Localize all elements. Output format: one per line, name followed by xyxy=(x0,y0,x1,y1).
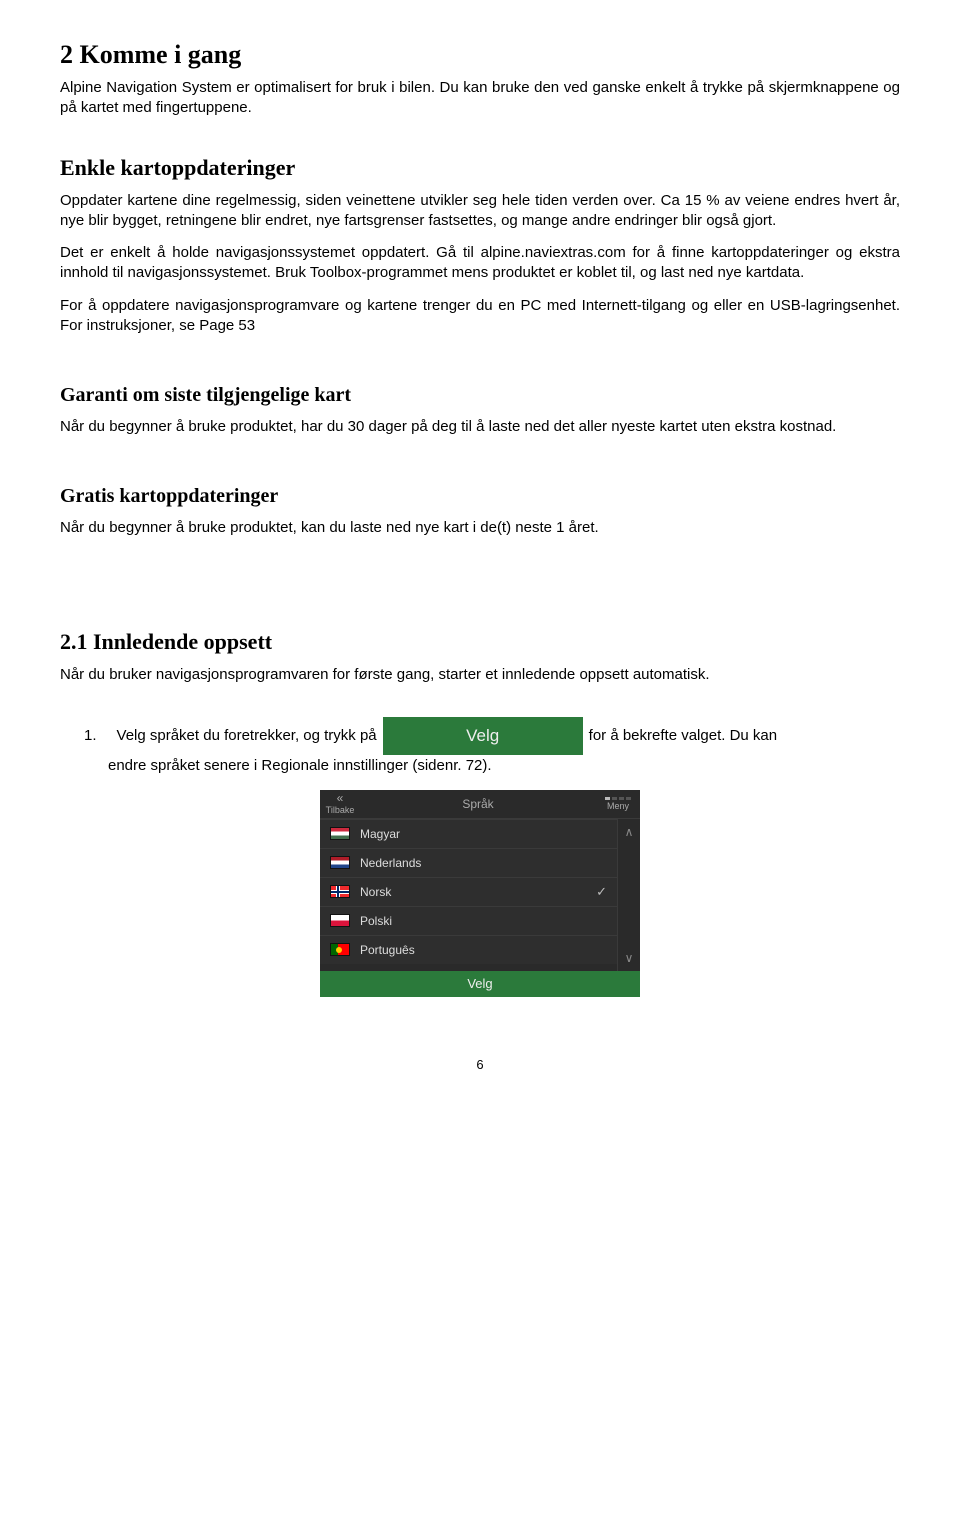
flag-norway-icon xyxy=(330,885,350,898)
language-label: Norsk xyxy=(360,885,586,899)
section-heading-innledende: 2.1 Innledende oppsett xyxy=(60,629,900,655)
page-number: 6 xyxy=(60,1057,900,1072)
body-text: Det er enkelt å holde navigasjonssysteme… xyxy=(60,243,900,284)
intro-paragraph: Alpine Navigation System er optimalisert… xyxy=(60,78,900,119)
back-label: Tilbake xyxy=(326,805,355,815)
flag-portugal-icon xyxy=(330,943,350,956)
language-item-portugues[interactable]: Português xyxy=(320,935,617,964)
flag-netherlands-icon xyxy=(330,856,350,869)
language-item-nederlands[interactable]: Nederlands xyxy=(320,848,617,877)
section-heading-enkle: Enkle kartoppdateringer xyxy=(60,155,900,181)
step-number: 1. xyxy=(84,725,97,746)
section-heading-garanti: Garanti om siste tilgjengelige kart xyxy=(60,384,900,407)
language-confirm-button[interactable]: Velg xyxy=(320,971,640,997)
step-text-pre: Velg språket du foretrekker, og trykk på xyxy=(117,725,377,746)
language-label: Polski xyxy=(360,914,607,928)
page-title: 2 Komme i gang xyxy=(60,40,900,70)
step-1: 1. Velg språket du foretrekker, og trykk… xyxy=(84,717,900,755)
body-text: Når du begynner å bruke produktet, kan d… xyxy=(60,518,900,538)
checkmark-icon: ✓ xyxy=(596,884,607,900)
chevron-down-icon: ∨ xyxy=(625,951,634,965)
menu-button[interactable]: Meny xyxy=(596,797,640,811)
body-text: Når du begynner å bruke produktet, har d… xyxy=(60,417,900,437)
language-item-magyar[interactable]: Magyar xyxy=(320,819,617,848)
chevron-up-icon: ∧ xyxy=(625,825,634,839)
language-header: « Tilbake Språk Meny xyxy=(320,790,640,819)
flag-poland-icon xyxy=(330,914,350,927)
scrollbar[interactable]: ∧ ∨ xyxy=(617,819,640,971)
progress-indicator-icon xyxy=(605,797,631,800)
language-header-title: Språk xyxy=(360,797,596,811)
language-selector-screenshot: « Tilbake Språk Meny Magyar Nederlands N… xyxy=(320,790,640,997)
language-label: Magyar xyxy=(360,827,607,841)
back-button[interactable]: « Tilbake xyxy=(320,792,360,815)
section-heading-gratis: Gratis kartoppdateringer xyxy=(60,485,900,508)
body-text: Oppdater kartene dine regelmessig, siden… xyxy=(60,191,900,232)
step-text-tail: endre språket senere i Regionale innstil… xyxy=(108,755,900,776)
language-item-norsk[interactable]: Norsk ✓ xyxy=(320,877,617,906)
language-list: Magyar Nederlands Norsk ✓ Polski Portugu… xyxy=(320,819,617,971)
velg-button[interactable]: Velg xyxy=(383,717,583,755)
language-item-polski[interactable]: Polski xyxy=(320,906,617,935)
chevron-left-icon: « xyxy=(337,792,344,804)
body-text: For å oppdatere navigasjonsprogramvare o… xyxy=(60,296,900,337)
flag-hungary-icon xyxy=(330,827,350,840)
language-label: Nederlands xyxy=(360,856,607,870)
step-text-post: for å bekrefte valget. Du kan xyxy=(589,725,777,746)
body-text: Når du bruker navigasjonsprogramvaren fo… xyxy=(60,665,900,685)
menu-label: Meny xyxy=(607,801,629,811)
language-label: Português xyxy=(360,943,607,957)
